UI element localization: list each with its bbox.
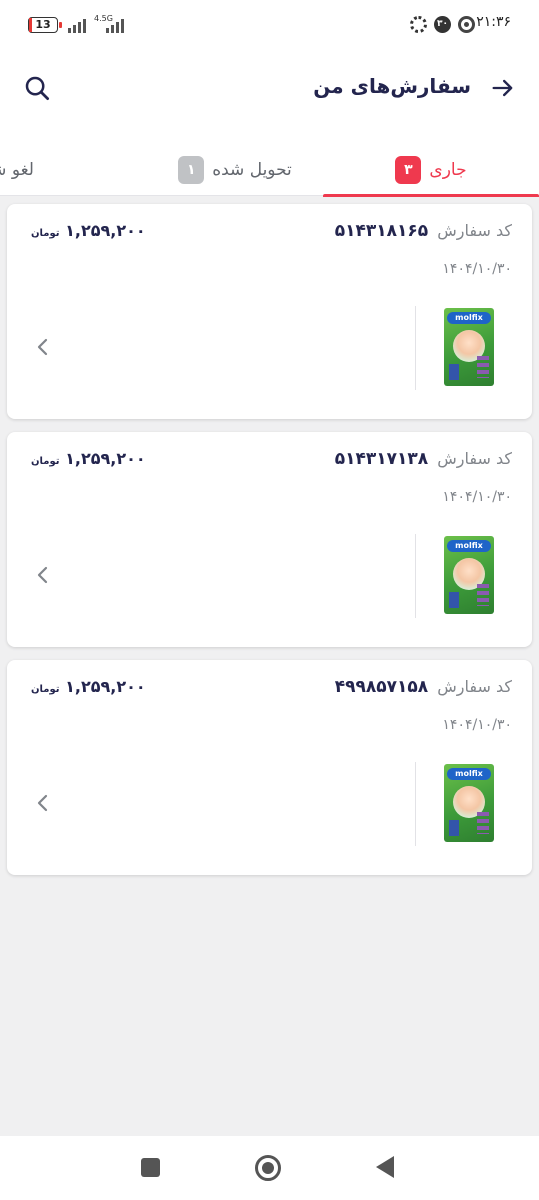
home-icon[interactable] <box>255 1155 281 1181</box>
order-code: کد سفارش ۴۹۹۸۵۷۱۵۸ <box>335 677 512 697</box>
order-card[interactable]: کد سفارش ۵۱۴۳۱۷۱۳۸ ۱,۲۵۹,۲۰۰ تومان ۱۴۰۴/… <box>7 432 532 647</box>
battery-icon: 13 <box>28 17 62 33</box>
arrow-right-icon[interactable] <box>489 74 517 102</box>
system-nav-bar <box>0 1136 539 1200</box>
tab-current-label: جاری <box>429 160 467 180</box>
currency-label: تومان <box>31 228 60 239</box>
order-price: ۱,۲۵۹,۲۰۰ تومان <box>27 677 146 696</box>
order-code: کد سفارش ۵۱۴۳۱۸۱۶۵ <box>335 221 512 241</box>
order-price-value: ۱,۲۵۹,۲۰۰ <box>65 221 146 240</box>
product-image: molfix <box>444 764 494 842</box>
order-code: کد سفارش ۵۱۴۳۱۷۱۳۸ <box>335 449 512 469</box>
order-code-label: کد سفارش <box>437 221 512 240</box>
order-price: ۱,۲۵۹,۲۰۰ تومان <box>27 221 146 240</box>
order-code-number: ۵۱۴۳۱۸۱۶۵ <box>334 221 429 241</box>
order-date: ۱۴۰۴/۱۰/۳۰ <box>442 717 512 733</box>
battery-level: 13 <box>35 18 51 31</box>
divider <box>415 534 416 618</box>
page-title: سفارش‌های من <box>313 74 471 98</box>
order-tabs: جاری ۳ تحویل شده ۱ لغو شده <box>0 144 539 197</box>
order-code-number: ۵۱۴۳۱۷۱۳۸ <box>334 449 429 469</box>
status-bar: 13 4.5G ۳۰ ۲۱:۳۶ <box>0 0 539 48</box>
tab-delivered[interactable]: تحویل شده ۱ <box>145 144 325 196</box>
search-icon[interactable] <box>22 73 52 103</box>
product-image: molfix <box>444 308 494 386</box>
recents-icon[interactable] <box>141 1158 160 1177</box>
orders-list: کد سفارش ۵۱۴۳۱۸۱۶۵ ۱,۲۵۹,۲۰۰ تومان ۱۴۰۴/… <box>7 204 532 888</box>
title-row: سفارش‌های من <box>0 68 539 108</box>
divider <box>415 306 416 390</box>
order-price-value: ۱,۲۵۹,۲۰۰ <box>65 449 146 468</box>
currency-label: تومان <box>31 456 60 467</box>
order-code-label: کد سفارش <box>437 677 512 696</box>
order-card[interactable]: کد سفارش ۵۱۴۳۱۸۱۶۵ ۱,۲۵۹,۲۰۰ تومان ۱۴۰۴/… <box>7 204 532 419</box>
order-code-label: کد سفارش <box>437 449 512 468</box>
back-triangle-icon[interactable] <box>376 1156 394 1178</box>
order-price: ۱,۲۵۹,۲۰۰ تومان <box>27 449 146 468</box>
divider <box>415 762 416 846</box>
tab-delivered-count: ۱ <box>178 156 205 184</box>
order-price-value: ۱,۲۵۹,۲۰۰ <box>65 677 146 696</box>
tab-current[interactable]: جاری ۳ <box>323 144 539 197</box>
tab-canceled-label: لغو شده <box>0 160 34 180</box>
order-code-number: ۴۹۹۸۵۷۱۵۸ <box>334 677 429 697</box>
product-image: molfix <box>444 536 494 614</box>
signal-icon <box>68 17 86 33</box>
chrome-status-icon <box>458 16 475 33</box>
product-brand: molfix <box>447 540 491 552</box>
tab-canceled[interactable]: لغو شده <box>0 144 34 196</box>
settings-status-icon <box>410 16 427 33</box>
chevron-left-icon[interactable] <box>33 336 53 358</box>
chevron-left-icon[interactable] <box>33 792 53 814</box>
tab-delivered-label: تحویل شده <box>212 160 292 180</box>
currency-label: تومان <box>31 684 60 695</box>
tab-current-count: ۳ <box>395 156 422 184</box>
signal-icon-2 <box>106 17 124 33</box>
notification-count-icon: ۳۰ <box>434 16 451 33</box>
status-time: ۲۱:۳۶ <box>476 14 511 30</box>
product-brand: molfix <box>447 768 491 780</box>
chevron-left-icon[interactable] <box>33 564 53 586</box>
order-card[interactable]: کد سفارش ۴۹۹۸۵۷۱۵۸ ۱,۲۵۹,۲۰۰ تومان ۱۴۰۴/… <box>7 660 532 875</box>
header: سفارش‌های من جاری ۳ تحویل شده ۱ لغو شده <box>0 48 539 197</box>
order-date: ۱۴۰۴/۱۰/۳۰ <box>442 261 512 277</box>
product-brand: molfix <box>447 312 491 324</box>
order-date: ۱۴۰۴/۱۰/۳۰ <box>442 489 512 505</box>
